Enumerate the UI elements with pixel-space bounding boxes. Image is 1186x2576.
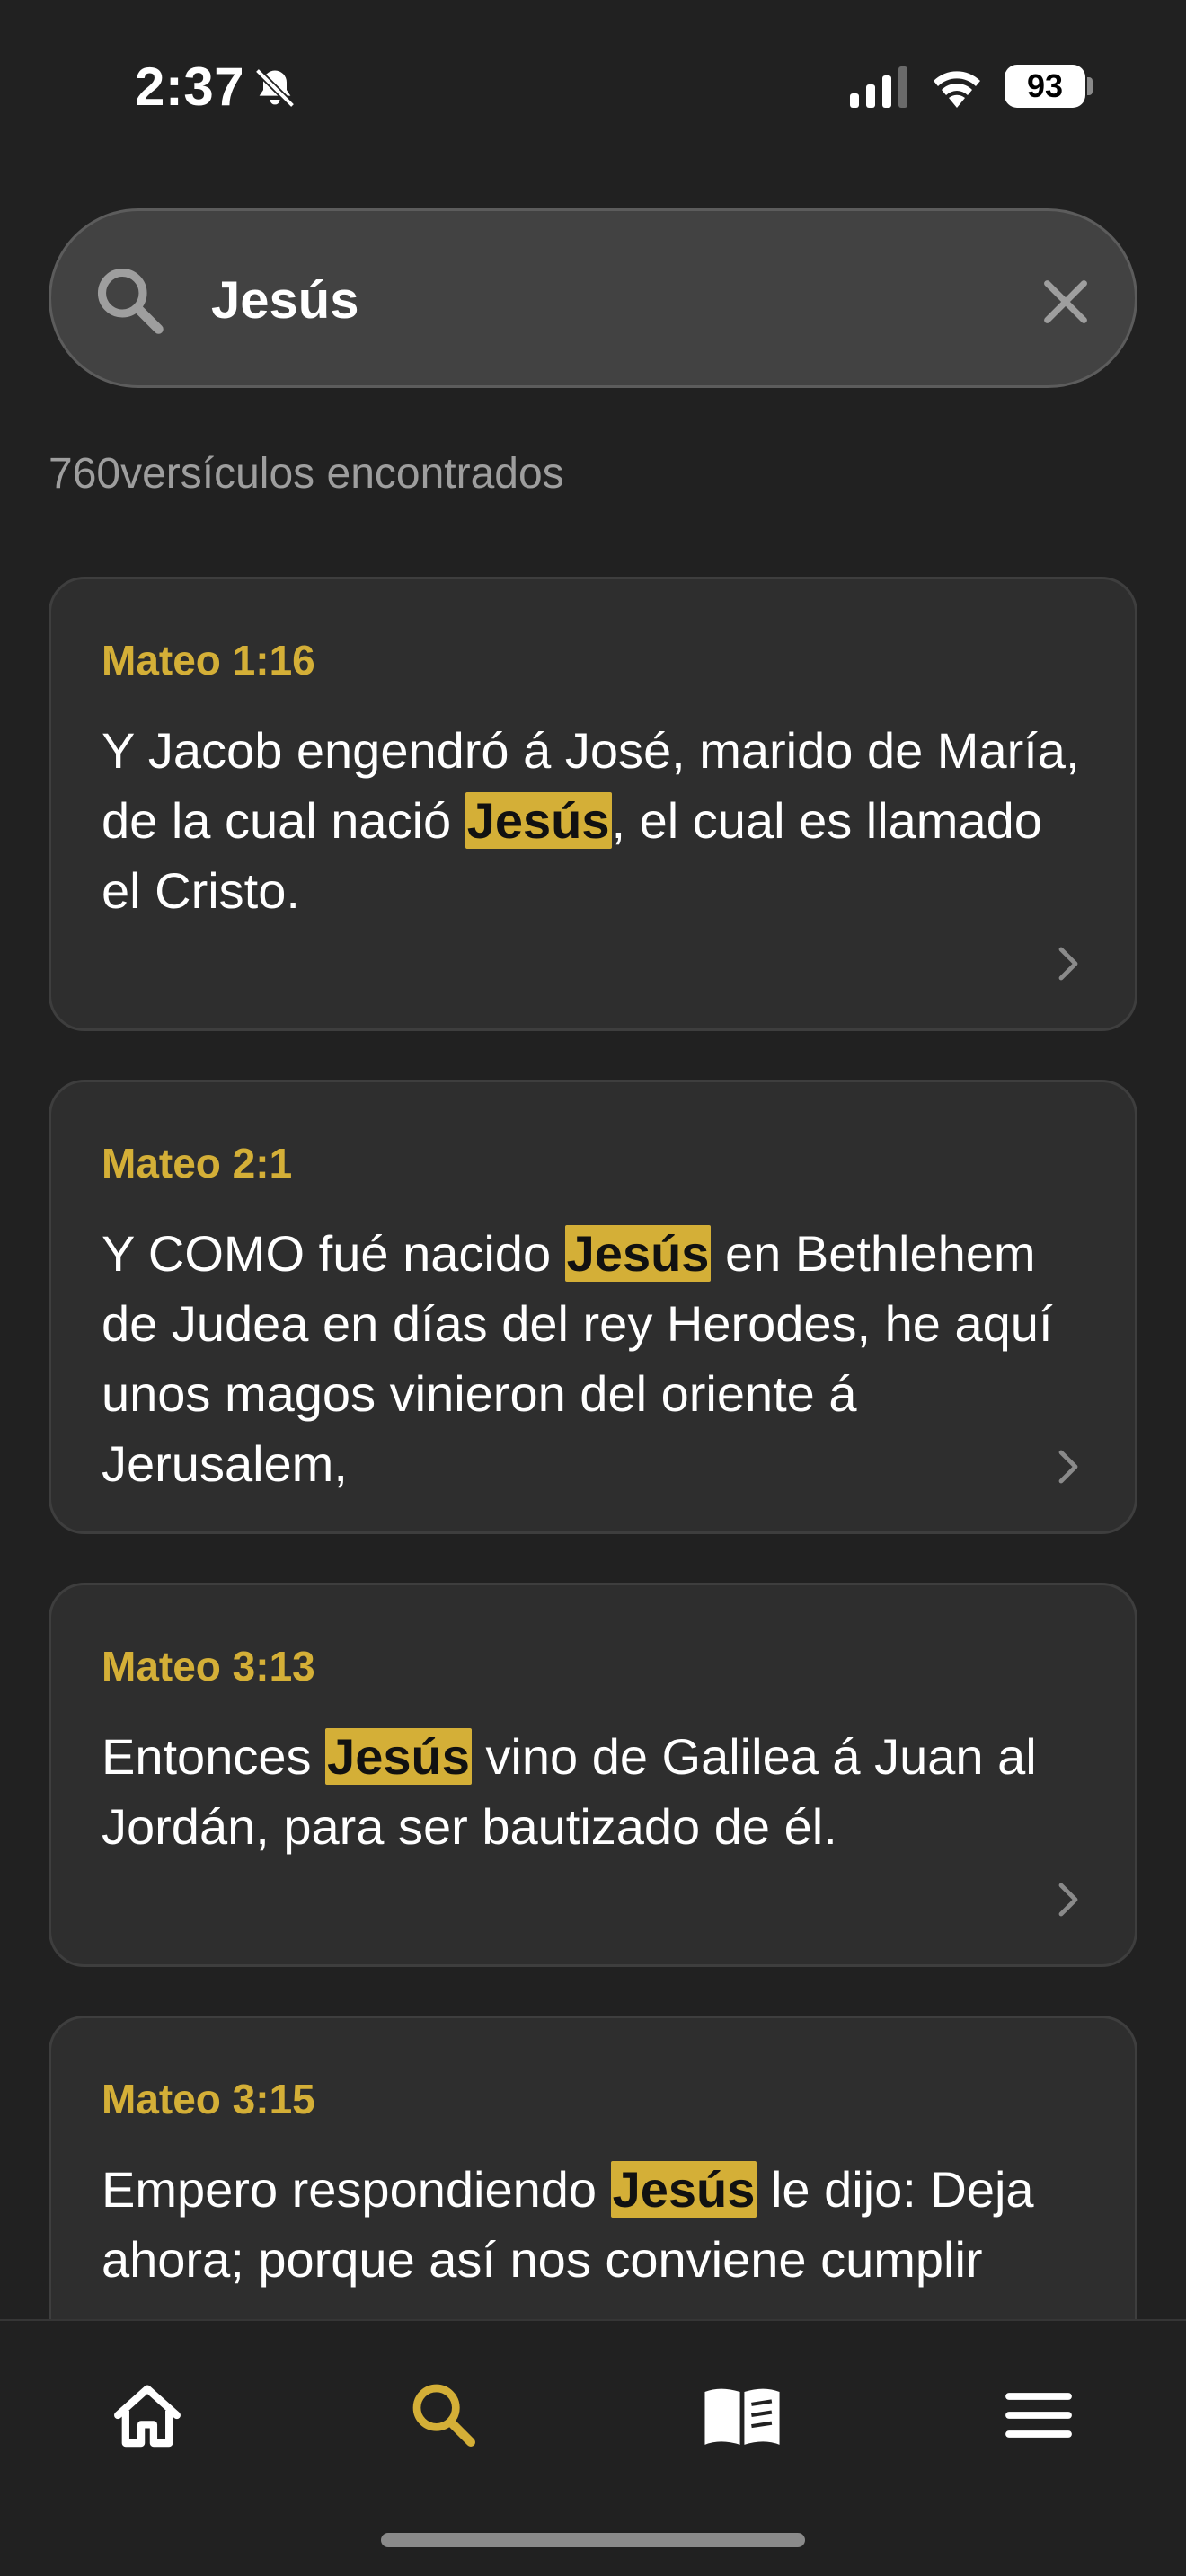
search-input[interactable] [211,260,1020,340]
verse-text: Y Jacob engendró á José, marido de María… [102,716,1084,926]
verse-text-before: Entonces [102,1728,326,1785]
search-match-highlight: Jesús [325,1728,472,1785]
nav-home[interactable] [93,2366,201,2465]
verse-text-before: Y COMO fué nacido [102,1225,565,1282]
cellular-signal-icon [850,66,907,108]
result-count: 760versículos encontrados [49,450,564,498]
verse-card[interactable]: Mateo 2:1 Y COMO fué nacido Jesús en Bet… [49,1080,1137,1534]
search-match-highlight: Jesús [465,792,612,849]
chevron-right-icon [1058,947,1078,981]
search-bar[interactable] [49,208,1137,388]
battery-icon: 93 [1005,65,1085,108]
search-match-highlight: Jesús [610,2161,757,2218]
verse-card[interactable]: Mateo 3:13 Entonces Jesús vino de Galile… [49,1583,1137,1967]
battery-nub [1087,77,1093,95]
nav-bible[interactable] [688,2366,796,2465]
chevron-right-icon [1058,1883,1078,1917]
book-icon [704,2388,780,2445]
verse-reference: Mateo 3:13 [102,1643,315,1689]
verse-reference: Mateo 1:16 [102,637,315,684]
verse-text-before: Empero respondiendo [102,2161,611,2218]
search-match-highlight: Jesús [564,1225,712,1282]
home-icon [114,2385,181,2448]
search-icon [412,2384,475,2447]
nav-menu[interactable] [985,2366,1093,2465]
chevron-right-icon [1058,1450,1078,1484]
verse-text: Empero respondiendo Jesús le dijo: Deja … [102,2155,1084,2295]
status-time: 2:37 [135,57,245,117]
menu-icon [1005,2393,1072,2438]
battery-level: 93 [1026,67,1064,104]
results-list[interactable]: Mateo 1:16 Y Jacob engendró á José, mari… [49,577,1137,2319]
status-bar: 2:37 93 [0,0,1186,171]
search-icon [97,268,164,334]
wifi-icon [934,71,980,108]
verse-text: Y COMO fué nacido Jesús en Bethlehem de … [102,1219,1084,1499]
verse-card[interactable]: Mateo 3:15 Empero respondiendo Jesús le … [49,2016,1137,2319]
bell-slash-icon [254,67,296,109]
verse-card[interactable]: Mateo 1:16 Y Jacob engendró á José, mari… [49,577,1137,1031]
close-icon[interactable] [1034,270,1097,333]
home-indicator[interactable] [381,2533,805,2547]
verse-reference: Mateo 3:15 [102,2076,315,2122]
verse-text: Entonces Jesús vino de Galilea á Juan al… [102,1722,1084,1862]
verse-reference: Mateo 2:1 [102,1140,293,1187]
nav-search[interactable] [390,2366,498,2465]
search-screen: 2:37 93 Jesús 760versículos encontrados … [0,0,1186,2576]
